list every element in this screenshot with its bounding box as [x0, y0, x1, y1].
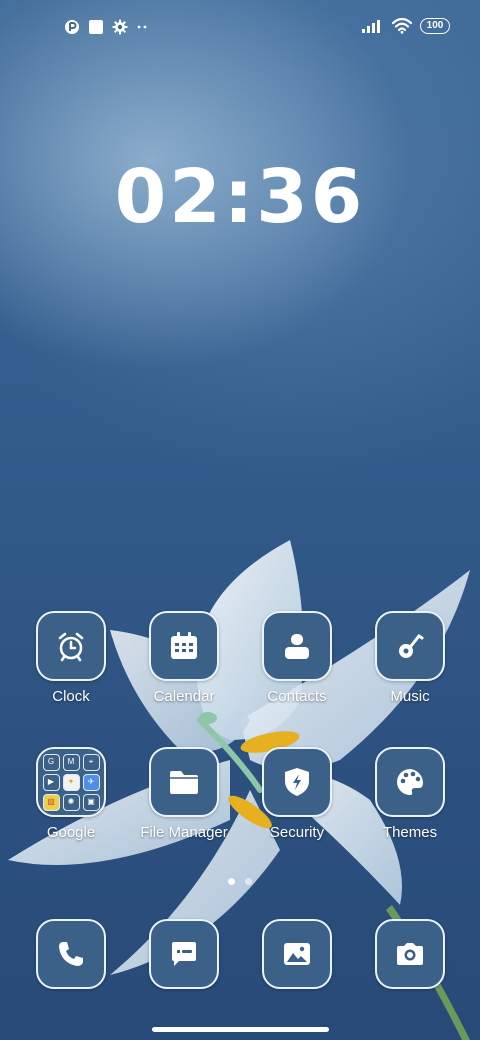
signal-icon — [362, 20, 380, 33]
clock-widget[interactable]: 02:36 — [0, 154, 480, 240]
system-icons: 100 — [362, 18, 450, 34]
app-contacts[interactable]: Contacts — [237, 611, 357, 705]
google-folder-tile[interactable]: G M ⌖ ▶ ✦ ✈ ▧ ✺ ▣ — [36, 747, 106, 817]
app-music[interactable]: Music — [350, 611, 470, 705]
battery-icon: 100 — [420, 18, 450, 34]
app-label: Security — [269, 824, 325, 841]
app-file-manager[interactable]: File Manager — [124, 747, 244, 841]
folder-icon — [170, 771, 198, 794]
app-clock[interactable]: Clock — [11, 611, 131, 705]
app-label: Clock — [52, 688, 90, 705]
app-label: Music — [390, 688, 430, 705]
calendar-icon — [171, 632, 197, 659]
app-folder-google[interactable]: G M ⌖ ▶ ✦ ✈ ▧ ✺ ▣ Google — [11, 747, 131, 841]
app-label: Calendar — [153, 688, 215, 705]
dock-camera[interactable] — [350, 919, 470, 989]
camera-app-tile[interactable] — [375, 919, 445, 989]
app-label: Themes — [382, 824, 438, 841]
tv-icon: ▣ — [82, 793, 100, 811]
dock-messages[interactable] — [124, 919, 244, 989]
notification-icons — [64, 19, 150, 35]
page-dot-current — [228, 878, 235, 885]
notification-square-icon — [89, 20, 103, 34]
alarm-clock-icon — [58, 632, 84, 662]
phone-app-tile[interactable] — [36, 919, 106, 989]
notification-app-icon — [65, 20, 79, 34]
calendar-app-tile[interactable] — [149, 611, 219, 681]
gallery-app-tile[interactable] — [262, 919, 332, 989]
music-note-icon — [399, 633, 424, 658]
settings-gear-icon — [112, 19, 128, 35]
status-bar: 100 — [0, 0, 480, 56]
app-label: File Manager — [140, 824, 228, 841]
dock-phone[interactable] — [11, 919, 131, 989]
contacts-app-tile[interactable] — [262, 611, 332, 681]
app-label: Google — [46, 824, 96, 841]
folder-preview-grid: G M ⌖ ▶ ✦ ✈ ▧ ✺ ▣ — [42, 753, 100, 811]
more-notifications-icon — [137, 25, 147, 29]
dock-gallery[interactable] — [237, 919, 357, 989]
play-store-icon: ▧ — [42, 793, 60, 811]
shield-bolt-icon — [285, 768, 309, 796]
themes-app-tile[interactable] — [375, 747, 445, 817]
page-dot — [245, 878, 252, 885]
camera-icon — [397, 943, 423, 965]
translate-icon: ✈ — [82, 773, 100, 791]
app-security[interactable]: Security — [237, 747, 357, 841]
google-icon: G — [42, 753, 60, 771]
page-indicator — [0, 878, 480, 885]
message-icon — [172, 942, 196, 966]
security-app-tile[interactable] — [262, 747, 332, 817]
wifi-icon — [392, 18, 412, 34]
app-themes[interactable]: Themes — [350, 747, 470, 841]
contacts-icon — [285, 634, 309, 659]
messages-app-tile[interactable] — [149, 919, 219, 989]
home-gesture-bar[interactable] — [152, 1027, 329, 1032]
youtube-icon: ▶ — [42, 773, 60, 791]
phone-icon — [59, 942, 83, 966]
file-manager-app-tile[interactable] — [149, 747, 219, 817]
app-label: Contacts — [267, 688, 327, 705]
maps-icon: ⌖ — [82, 753, 100, 771]
photos-icon: ✦ — [62, 773, 80, 791]
image-icon — [284, 943, 310, 965]
palette-icon — [397, 769, 424, 795]
gmail-icon: M — [62, 753, 80, 771]
fit-icon: ✺ — [62, 793, 80, 811]
clock-app-tile[interactable] — [36, 611, 106, 681]
music-app-tile[interactable] — [375, 611, 445, 681]
app-calendar[interactable]: Calendar — [124, 611, 244, 705]
